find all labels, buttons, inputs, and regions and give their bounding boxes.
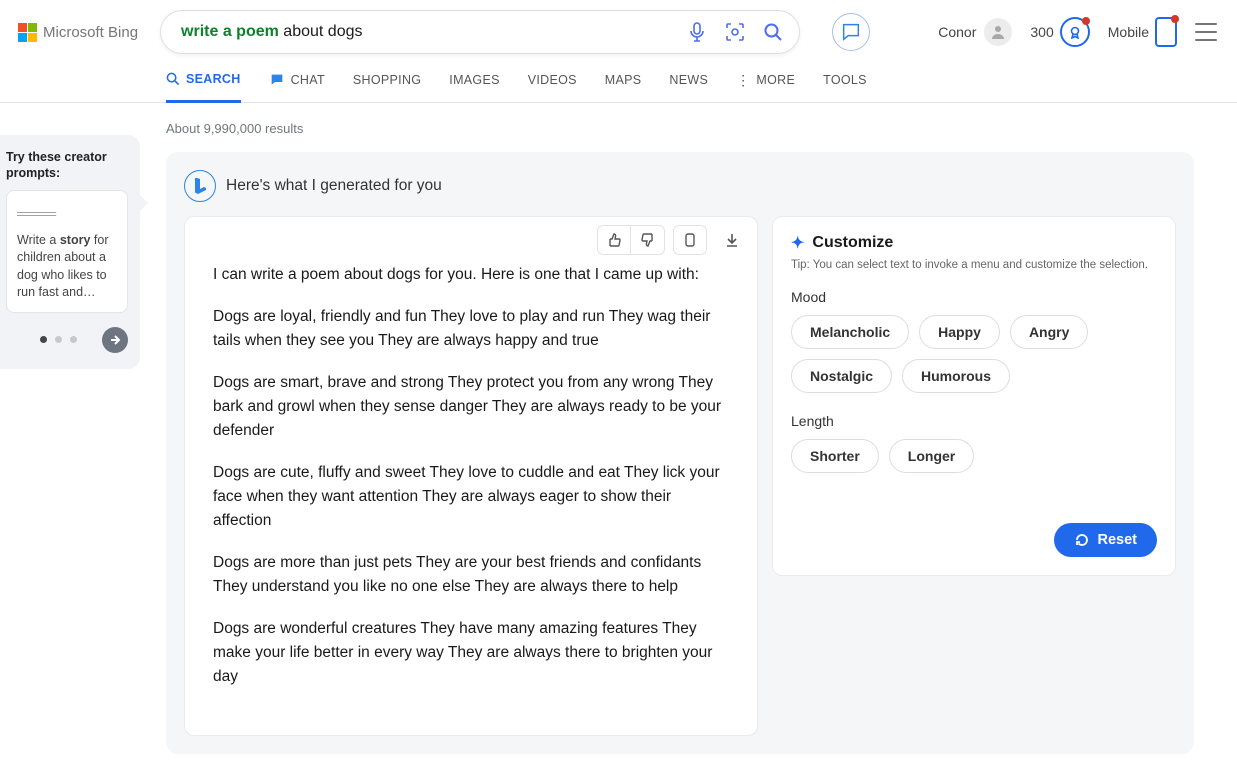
length-chip-longer[interactable]: Longer [889,439,974,473]
answer-text: I can write a poem about dogs for you. H… [185,255,757,689]
reset-button[interactable]: Reset [1054,523,1158,557]
mobile-icon [1155,17,1177,47]
search-box[interactable]: write a poem about dogs [160,10,800,54]
book-icon: 𝄗𝄗𝄗 [17,201,117,226]
brand-text: Microsoft Bing [43,24,138,41]
mood-label: Mood [791,289,1157,305]
answer-toolbar [185,217,757,255]
tab-more[interactable]: ⋮ MORE [736,72,795,102]
mood-chip-nostalgic[interactable]: Nostalgic [791,359,892,393]
rewards-points[interactable]: 300 [1030,17,1089,47]
microsoft-tiles-icon [18,23,37,42]
top-bar: Microsoft Bing write a poem about dogs C… [0,0,1237,54]
bing-chat-icon[interactable] [832,13,870,51]
user-name: Conor [938,24,976,40]
bing-b-icon [184,170,216,202]
user-account[interactable]: Conor [938,18,1012,46]
voice-search-icon[interactable] [685,20,709,44]
nav-tabs: SEARCH CHAT SHOPPING IMAGES VIDEOS MAPS … [0,54,1237,103]
tab-videos[interactable]: VIDEOS [528,72,577,102]
answer-stanza-1: Dogs are loyal, friendly and fun They lo… [213,305,729,353]
visual-search-icon[interactable] [723,20,747,44]
carousel-dots [6,327,128,353]
rewards-medal-icon [1060,17,1090,47]
carousel-dot-3[interactable] [70,336,77,343]
answer-intro: I can write a poem about dogs for you. H… [213,263,729,287]
carousel-dot-2[interactable] [55,336,62,343]
customize-card: ✦ Customize Tip: You can select text to … [772,216,1176,576]
sparkle-icon: ✦ [791,233,804,253]
mobile-label: Mobile [1108,24,1149,40]
results-count: About 9,990,000 results [166,121,1194,136]
tab-news[interactable]: NEWS [669,72,708,102]
length-chips: Shorter Longer [791,439,1157,473]
answer-stanza-5: Dogs are wonderful creatures They have m… [213,617,729,689]
mood-chip-humorous[interactable]: Humorous [902,359,1010,393]
download-button[interactable] [715,225,749,255]
search-query-display[interactable]: write a poem about dogs [181,23,685,41]
generated-header-text: Here's what I generated for you [226,177,442,195]
customize-title: Customize [812,234,893,252]
mood-chip-melancholic[interactable]: Melancholic [791,315,909,349]
answer-stanza-4: Dogs are more than just pets They are yo… [213,551,729,599]
bing-logo[interactable]: Microsoft Bing [10,23,146,42]
answer-stanza-2: Dogs are smart, brave and strong They pr… [213,371,729,443]
points-value: 300 [1030,24,1053,40]
tab-chat[interactable]: CHAT [269,72,325,102]
hamburger-menu-icon[interactable] [1195,23,1217,41]
search-submit-icon[interactable] [761,20,785,44]
mobile-link[interactable]: Mobile [1108,17,1177,47]
reset-icon [1074,532,1090,548]
tab-shopping[interactable]: SHOPPING [353,72,421,102]
length-label: Length [791,413,1157,429]
mood-chips: Melancholic Happy Angry Nostalgic Humoro… [791,315,1157,393]
length-chip-shorter[interactable]: Shorter [791,439,879,473]
dislike-button[interactable] [631,225,665,255]
creator-prompts-sidebar: Try these creator prompts: 𝄗𝄗𝄗 Write a s… [0,135,140,369]
sidebar-title: Try these creator prompts: [6,149,128,182]
avatar-icon [984,18,1012,46]
tab-maps[interactable]: MAPS [605,72,642,102]
mood-chip-angry[interactable]: Angry [1010,315,1088,349]
tab-tools[interactable]: TOOLS [823,72,867,102]
prompt-card[interactable]: 𝄗𝄗𝄗 Write a story for children about a d… [6,190,128,313]
copy-button[interactable] [673,225,707,255]
tab-search[interactable]: SEARCH [166,72,241,103]
answer-card: I can write a poem about dogs for you. H… [184,216,758,736]
customize-tip: Tip: You can select text to invoke a men… [791,259,1157,271]
like-button[interactable] [597,225,631,255]
answer-stanza-3: Dogs are cute, fluffy and sweet They lov… [213,461,729,533]
carousel-dot-1[interactable] [40,336,47,343]
mood-chip-happy[interactable]: Happy [919,315,1000,349]
generated-answer-panel: Here's what I generated for you [166,152,1194,754]
tab-images[interactable]: IMAGES [449,72,499,102]
carousel-next-button[interactable] [102,327,128,353]
